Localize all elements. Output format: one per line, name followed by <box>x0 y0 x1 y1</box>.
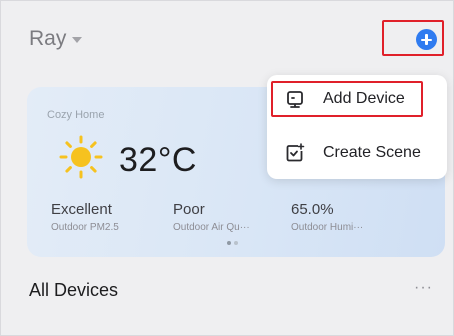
stat-label: Outdoor Humi··· <box>291 222 364 233</box>
add-device-label: Add Device <box>323 90 405 107</box>
chevron-down-icon <box>72 37 83 43</box>
more-options-icon[interactable]: ··· <box>414 279 433 297</box>
sun-icon <box>59 135 103 179</box>
card-home-label: Cozy Home <box>47 109 105 121</box>
scene-icon <box>286 143 305 162</box>
stat-label: Outdoor PM2.5 <box>51 222 119 233</box>
home-name: Ray <box>29 27 67 50</box>
page-dot <box>227 241 231 245</box>
stat-humidity: 65.0% Outdoor Humi··· <box>291 201 363 233</box>
stat-value: 65.0% <box>291 201 334 218</box>
page-dot <box>234 241 238 245</box>
create-scene-menu-item[interactable]: Create Scene <box>271 135 421 171</box>
stat-value: Poor <box>173 201 205 218</box>
all-devices-title: All Devices <box>29 280 119 300</box>
temperature: 32°C <box>119 141 197 179</box>
add-plus-icon[interactable] <box>416 29 437 50</box>
app-screen: Ray Cozy Home 32°C Excellent Outdoor PM2… <box>0 0 454 336</box>
add-menu-popup: Add Device Create Scene <box>267 75 447 179</box>
stat-air-quality: Poor Outdoor Air Qu··· <box>173 201 250 233</box>
add-button-highlight <box>382 20 444 56</box>
device-icon <box>287 91 303 108</box>
create-scene-label: Create Scene <box>323 144 421 161</box>
add-device-menu-item[interactable]: Add Device <box>271 81 423 117</box>
page-indicator <box>227 241 238 245</box>
stat-value: Excellent <box>51 201 112 218</box>
home-selector[interactable]: Ray <box>29 27 83 51</box>
stat-pm25: Excellent Outdoor PM2.5 <box>51 201 119 233</box>
stat-label: Outdoor Air Qu··· <box>173 222 250 233</box>
